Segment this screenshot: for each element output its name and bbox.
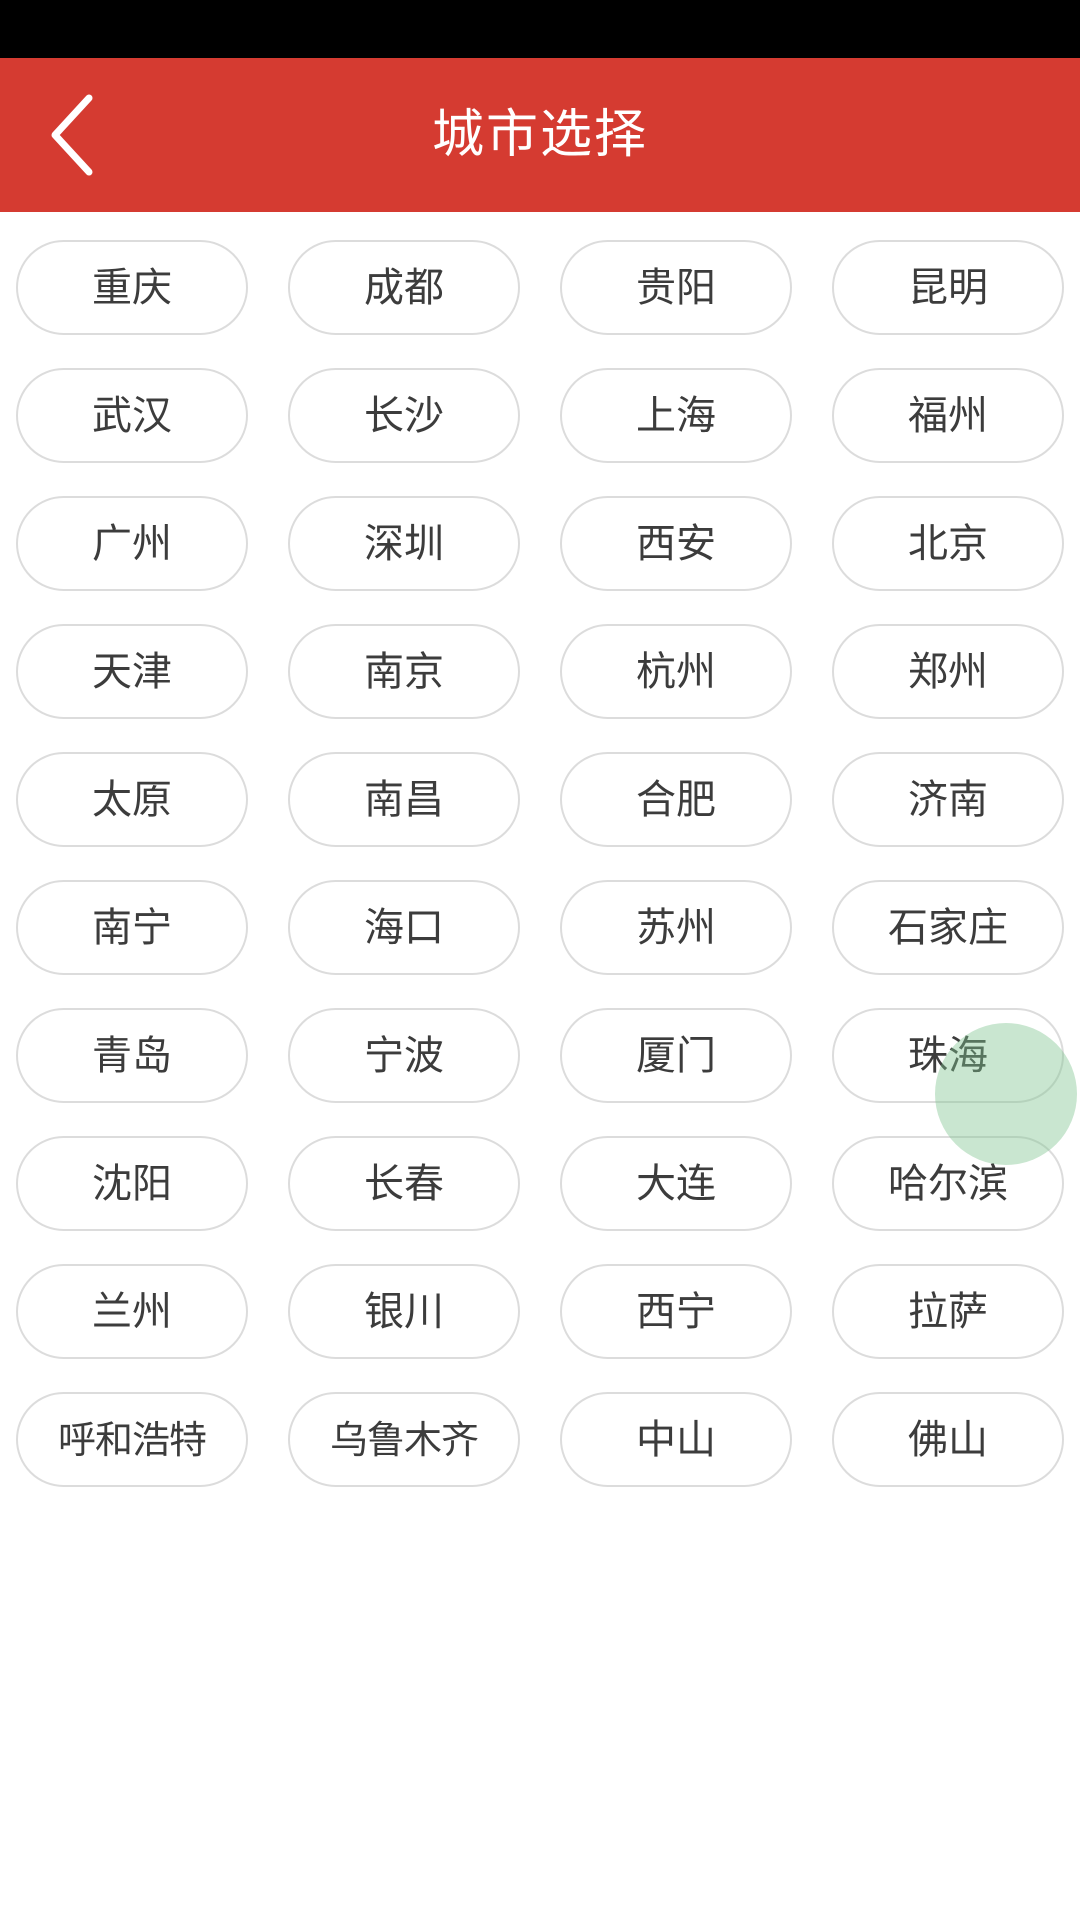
city-chip[interactable]: 西宁 xyxy=(560,1264,792,1359)
city-chip[interactable]: 太原 xyxy=(16,752,248,847)
city-chip[interactable]: 贵阳 xyxy=(560,240,792,335)
app-bar: 城市选择 xyxy=(0,58,1080,212)
city-chip[interactable]: 南京 xyxy=(288,624,520,719)
city-chip[interactable]: 北京 xyxy=(832,496,1064,591)
city-chip[interactable]: 西安 xyxy=(560,496,792,591)
city-chip[interactable]: 广州 xyxy=(16,496,248,591)
city-chip[interactable]: 中山 xyxy=(560,1392,792,1487)
page-title: 城市选择 xyxy=(431,105,648,165)
city-chip[interactable]: 大连 xyxy=(560,1136,792,1231)
city-chip[interactable]: 昆明 xyxy=(832,240,1064,335)
city-chip[interactable]: 杭州 xyxy=(560,624,792,719)
city-chip[interactable]: 厦门 xyxy=(560,1008,792,1103)
city-chip[interactable]: 深圳 xyxy=(288,496,520,591)
status-bar xyxy=(0,0,1080,58)
city-chip[interactable]: 南宁 xyxy=(16,880,248,975)
city-chip[interactable]: 成都 xyxy=(288,240,520,335)
city-chip[interactable]: 兰州 xyxy=(16,1264,248,1359)
city-chip[interactable]: 长春 xyxy=(288,1136,520,1231)
city-chip[interactable]: 南昌 xyxy=(288,752,520,847)
city-chip[interactable]: 长沙 xyxy=(288,368,520,463)
city-chip[interactable]: 宁波 xyxy=(288,1008,520,1103)
city-chip[interactable]: 石家庄 xyxy=(832,880,1064,975)
city-chip[interactable]: 福州 xyxy=(832,368,1064,463)
city-chip[interactable]: 上海 xyxy=(560,368,792,463)
city-chip[interactable]: 郑州 xyxy=(832,624,1064,719)
city-chip[interactable]: 哈尔滨 xyxy=(832,1136,1064,1231)
city-chip[interactable]: 合肥 xyxy=(560,752,792,847)
phone-screen: 城市选择 重庆 成都 贵阳 昆明 武汉 长沙 上海 福州 广州 深圳 西安 北京 天津 南京 杭州 郑州 太原南… xyxy=(0,0,1080,1920)
city-chip[interactable]: 银川 xyxy=(288,1264,520,1359)
city-chip[interactable]: 青岛 xyxy=(16,1008,248,1103)
city-chip[interactable]: 沈阳 xyxy=(16,1136,248,1231)
city-chip[interactable]: 天津 xyxy=(16,624,248,719)
city-chip[interactable]: 苏州 xyxy=(560,880,792,975)
city-chip[interactable]: 重庆 xyxy=(16,240,248,335)
city-chip[interactable]: 济南 xyxy=(832,752,1064,847)
city-chip[interactable]: 呼和浩特 xyxy=(16,1392,248,1487)
city-chip[interactable]: 珠海 xyxy=(832,1008,1064,1103)
city-chip[interactable]: 海口 xyxy=(288,880,520,975)
city-grid: 重庆 成都 贵阳 昆明武汉 长沙 上海 福州广州 深圳 西安 北京天津 南京 杭州 郑州太原 南昌 合肥 济南… xyxy=(0,212,1080,1487)
city-chip[interactable]: 武汉 xyxy=(16,368,248,463)
city-chip[interactable]: 乌鲁木齐 xyxy=(288,1392,520,1487)
city-chip[interactable]: 拉萨 xyxy=(832,1264,1064,1359)
city-chip[interactable]: 佛山 xyxy=(832,1392,1064,1487)
